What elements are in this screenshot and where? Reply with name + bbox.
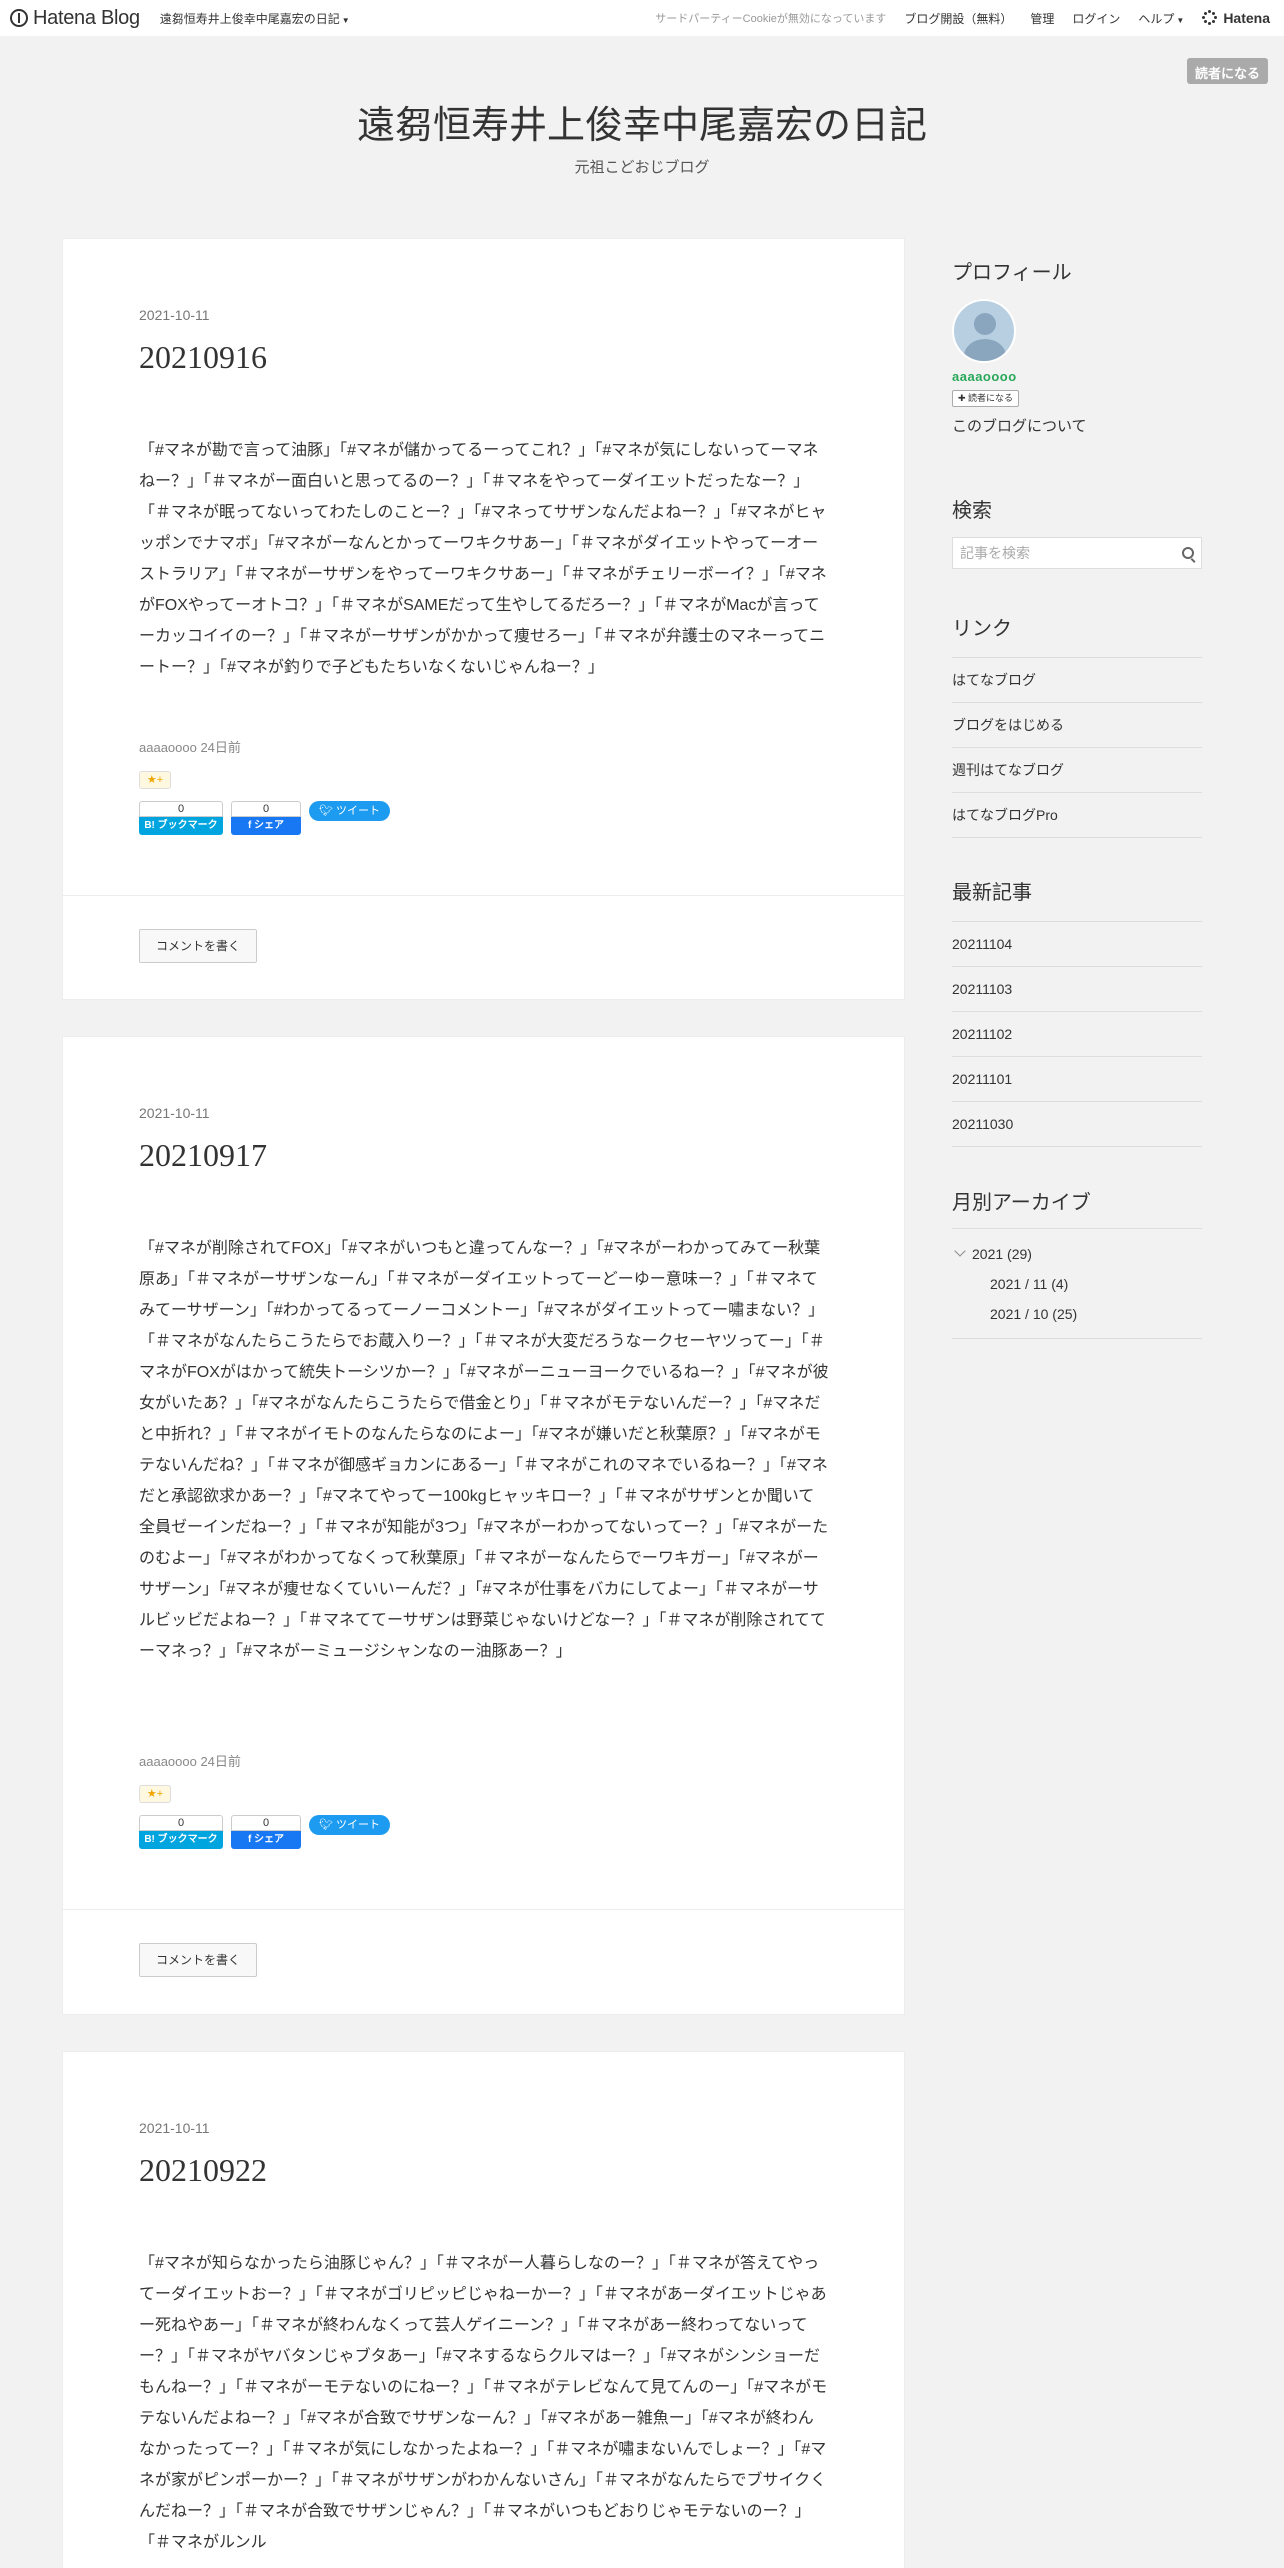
share-buttons: 0 B! ブックマーク 0 f シェア 🐦︎ ツイート (139, 1815, 391, 1849)
add-star-button[interactable]: ★+ (139, 771, 171, 789)
entry-title[interactable]: 20210922 (139, 2152, 267, 2189)
add-star-button[interactable]: ★+ (139, 1785, 171, 1803)
profile-title: プロフィール (952, 262, 1072, 284)
hatena-menu[interactable]: Hatena (1202, 10, 1270, 26)
archive-tree: 2021 (29) 2021 / 11 (4) 2021 / 10 (25) (952, 1245, 1202, 1326)
link-item[interactable]: 週刊はてなブログ (952, 748, 1202, 793)
admin-link[interactable]: 管理 (1030, 10, 1054, 27)
help-menu[interactable]: ヘルプ ▼ (1138, 10, 1184, 27)
entry-body: 「#マネが削除されてFOX」「#マネがいつもと違ってんなー？」「#マネがーわかっ… (139, 1240, 829, 1660)
chevron-down-icon (954, 1245, 966, 1257)
hatena-dots-icon (1202, 10, 1218, 26)
bookmark-label: B! ブックマーク (139, 1831, 223, 1849)
entry: 2021-10-11 20210922 「#マネが知らなかったら油豚じゃん？」「… (62, 2051, 905, 2568)
bookmark-label: B! ブックマーク (139, 817, 223, 835)
twitter-bird-icon: 🐦︎ (319, 805, 333, 817)
search-title: 検索 (952, 500, 992, 522)
archive-year-2021[interactable]: 2021 (29) (954, 1245, 1032, 1262)
share-label: f シェア (231, 1831, 301, 1849)
profile-module: プロフィール aaaaoooo ✚ 読者になる このブログについて (952, 256, 1202, 436)
facebook-share-button[interactable]: 0 f シェア (231, 1815, 301, 1849)
link-item[interactable]: はてなブログ (952, 658, 1202, 703)
entry: 2021-10-11 20210916 「#マネが勘で言って油豚」「#マネが儲か… (62, 238, 905, 1000)
archive-title: 月別アーカイブ (952, 1192, 1091, 1214)
entry-author-time[interactable]: aaaaoooo 24日前 (139, 1751, 241, 1770)
tweet-button[interactable]: 🐦︎ ツイート (309, 801, 391, 821)
recent-entry-item[interactable]: 20211104 (952, 922, 1202, 967)
recent-entry-item[interactable]: 20211103 (952, 967, 1202, 1012)
profile-subscribe-button[interactable]: ✚ 読者になる (952, 390, 1020, 407)
entry-divider (63, 1909, 904, 1910)
recent-entry-item[interactable]: 20211101 (952, 1057, 1202, 1102)
blog-title[interactable]: 遠芻恒寿井上俊幸中尾嘉宏の日記 (0, 94, 1284, 149)
subscribe-button[interactable]: 読者になる (1186, 58, 1268, 84)
entry-date[interactable]: 2021-10-11 (139, 2120, 210, 2136)
recent-entry-item[interactable]: 20211102 (952, 1012, 1202, 1057)
archive-month-item[interactable]: 2021 / 11 (4) (990, 1276, 1068, 1292)
tweet-label: ツイート (336, 1819, 381, 1831)
about-blog-link[interactable]: このブログについて (952, 415, 1202, 436)
search-module: 検索 (952, 494, 1202, 569)
share-buttons: 0 B! ブックマーク 0 f シェア 🐦︎ ツイート (139, 801, 391, 835)
blog-name-menu[interactable]: 遠芻恒寿井上俊幸中尾嘉宏の日記 ▼ (160, 10, 350, 27)
recent-entries-module: 最新記事 20211104 20211103 20211102 20211101… (952, 876, 1202, 1147)
blog-description: 元祖こどおじブログ (574, 159, 710, 176)
cookie-notice[interactable]: サードパーティーCookieが無効になっています (655, 10, 886, 26)
entry-body: 「#マネが知らなかったら油豚じゃん？」「＃マネがー人暮らしなのー？」「＃マネが答… (139, 2255, 828, 2551)
bookmark-count: 0 (139, 1815, 223, 1831)
share-count: 0 (231, 1815, 301, 1831)
entry-title[interactable]: 20210917 (139, 1137, 267, 1174)
archive-year-label: 2021 (29) (972, 1246, 1032, 1262)
tweet-label: ツイート (336, 805, 381, 817)
bookmark-button[interactable]: 0 B! ブックマーク (139, 801, 223, 835)
share-count: 0 (231, 801, 301, 817)
write-comment-button[interactable]: コメントを書く (139, 1943, 258, 1977)
login-link[interactable]: ログイン (1072, 10, 1120, 27)
entry-author-time[interactable]: aaaaoooo 24日前 (139, 737, 241, 756)
search-input[interactable] (953, 545, 1173, 561)
caret-down-icon: ▼ (341, 15, 350, 25)
help-label: ヘルプ (1138, 11, 1175, 26)
archive-divider (952, 1228, 1202, 1229)
tweet-button[interactable]: 🐦︎ ツイート (309, 1815, 391, 1835)
entry-divider (63, 895, 904, 896)
link-item[interactable]: はてなブログPro (952, 793, 1202, 838)
links-module: リンク はてなブログ ブログをはじめる 週刊はてなブログ はてなブログPro (952, 612, 1202, 838)
profile-name[interactable]: aaaaoooo (952, 369, 1202, 384)
bookmark-count: 0 (139, 801, 223, 817)
recent-entry-item[interactable]: 20211030 (952, 1102, 1202, 1147)
archive-divider (952, 1338, 1202, 1339)
hatena-blog-logo-icon (10, 9, 28, 27)
search-box (952, 537, 1202, 569)
bookmark-button[interactable]: 0 B! ブックマーク (139, 1815, 223, 1849)
share-label: f シェア (231, 817, 301, 835)
links-list: はてなブログ ブログをはじめる 週刊はてなブログ はてなブログPro (952, 657, 1202, 838)
entry-body: 「#マネが勘で言って油豚」「#マネが儲かってるーってこれ？」「#マネが気にしない… (139, 442, 827, 676)
header-right-menu: サードパーティーCookieが無効になっています ブログ開設（無料） 管理 ログ… (637, 10, 1284, 27)
open-blog-link[interactable]: ブログ開設（無料） (904, 10, 1012, 27)
blog-name-label: 遠芻恒寿井上俊幸中尾嘉宏の日記 (159, 11, 340, 26)
recent-entries-list: 20211104 20211103 20211102 20211101 2021… (952, 921, 1202, 1147)
entry-title[interactable]: 20210916 (139, 339, 267, 376)
entry-date[interactable]: 2021-10-11 (139, 1105, 210, 1121)
write-comment-button[interactable]: コメントを書く (139, 929, 258, 963)
entry: 2021-10-11 20210917 「#マネが削除されてFOX」「#マネがい… (62, 1036, 905, 2015)
twitter-bird-icon: 🐦︎ (319, 1819, 333, 1831)
link-item[interactable]: ブログをはじめる (952, 703, 1202, 748)
recent-entries-title: 最新記事 (952, 882, 1032, 904)
entry-date[interactable]: 2021-10-11 (139, 307, 210, 323)
avatar[interactable] (952, 299, 1016, 363)
archive-module: 月別アーカイブ 2021 (29) 2021 / 11 (4) 2021 / 1… (952, 1186, 1202, 1346)
facebook-share-button[interactable]: 0 f シェア (231, 801, 301, 835)
archive-month-item[interactable]: 2021 / 10 (25) (990, 1306, 1077, 1322)
hatena-label: Hatena (1223, 10, 1270, 26)
caret-down-icon: ▼ (1176, 15, 1185, 25)
links-title: リンク (952, 618, 1012, 640)
search-icon[interactable] (1173, 539, 1201, 567)
hatena-blog-logo-text: Hatena Blog (33, 6, 140, 29)
global-header: Hatena Blog 遠芻恒寿井上俊幸中尾嘉宏の日記 ▼ サードパーティーCoo… (0, 0, 1284, 36)
hatena-blog-logo[interactable]: Hatena Blog (10, 7, 140, 30)
